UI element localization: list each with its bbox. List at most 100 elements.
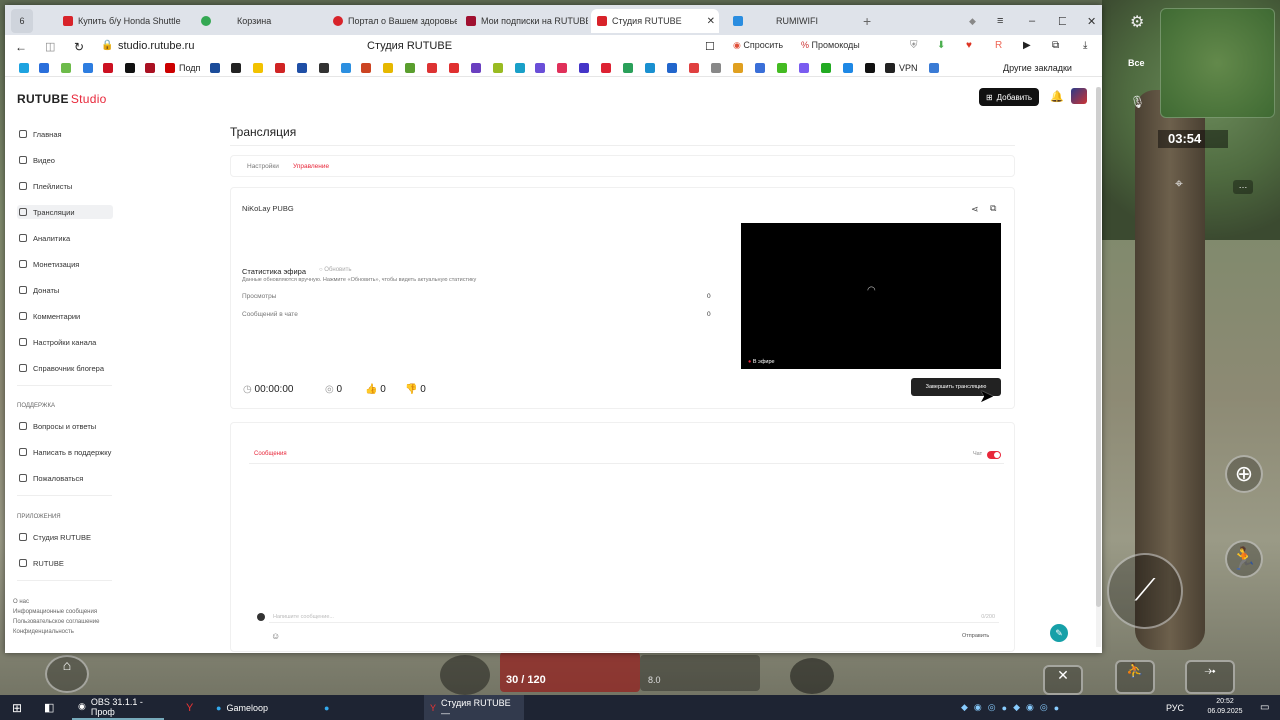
shield-icon[interactable]: ⛨ [910,40,918,51]
system-tray[interactable]: ◆ ◉ ◎ ● ◆ ◉ ◎ ● [955,695,1065,720]
tab-health-portal[interactable]: Портал о Вашем здоровье [327,9,457,33]
support-chat-icon[interactable]: ✎ [1050,624,1068,642]
start-windows-icon[interactable]: ⊞ [6,695,28,720]
bookmark-label-podp[interactable]: Подп [179,63,200,73]
bookmark-icon-23[interactable] [515,63,525,73]
minimap[interactable] [1160,8,1275,118]
footer-link[interactable]: О нас [13,597,123,607]
tab-management[interactable]: Управление [293,163,329,170]
bookmark-icon-17[interactable] [383,63,393,73]
crosshair-icon[interactable]: ⊕ [1225,455,1263,493]
promo-button[interactable]: % Промокоды [801,40,860,50]
bookmark-icon-31[interactable] [689,63,699,73]
tab-counter[interactable]: 6 [11,9,33,33]
emoji-icon[interactable]: ☺ [271,631,280,641]
footer-link[interactable]: Пользовательское соглашение [13,617,123,627]
close-window-icon[interactable]: ✕ [1081,9,1095,33]
bookmark-icon-15[interactable] [341,63,351,73]
bookmark-icon-19[interactable] [427,63,437,73]
sidebar-item-video[interactable]: Видео [17,153,113,167]
bookmark-icon-22[interactable] [493,63,503,73]
downloads-icon[interactable]: ⤓ [1083,40,1087,51]
bookmark-icon-35[interactable] [777,63,787,73]
bookmark-icon-32[interactable] [711,63,721,73]
sidebar-item-monetization[interactable]: Монетизация [17,257,113,271]
studio-logo[interactable]: RUTUBE Studio [17,92,107,106]
taskbar-studio[interactable]: Y Студия RUTUBE — [424,695,524,720]
scrollbar[interactable] [1096,87,1101,647]
reload-icon[interactable]: ↻ [74,40,84,54]
tab-unnamed[interactable] [195,9,219,33]
grenade-slot-icon[interactable] [790,658,834,694]
sidebar-item-donations[interactable]: Донаты [17,283,113,297]
secondary-weapon-slot[interactable]: 8.0 [640,655,760,691]
download-icon[interactable]: ⬇ [937,40,945,51]
sidebar-item-studio-app[interactable]: Студия RUTUBE [17,530,113,544]
sidebar-item-faq[interactable]: Вопросы и ответы [17,419,113,433]
bookmark-icon-18[interactable] [405,63,415,73]
tab-subscriptions[interactable]: Мои подписки на RUTUBE [460,9,588,33]
prone-icon[interactable]: ✕ [1043,665,1083,695]
play-icon[interactable]: ▶ [1023,40,1031,51]
refresh-button[interactable]: ○ Обновить [319,267,351,273]
bookmark-icon-28[interactable] [623,63,633,73]
sidebar-item-home[interactable]: Главная [17,127,113,141]
sidebar-item-report[interactable]: Пожаловаться [17,471,113,485]
add-button[interactable]: ⊞ Добавить [979,88,1039,106]
bookmark-icon-13[interactable] [297,63,307,73]
bookmark-icon-youtube[interactable] [103,63,113,73]
chat-bubble-icon[interactable]: … [1233,180,1253,194]
location-pin-icon[interactable]: ⌖ [1175,175,1183,192]
bookmark-icon-9[interactable] [210,63,220,73]
sidebar-item-write-support[interactable]: Написать в поддержку [17,445,113,459]
bookmark-icon-20[interactable] [449,63,459,73]
stream-preview[interactable]: ◠ ● В эфире [741,223,1001,369]
clock[interactable]: 20:52 06.09.2025 [1200,697,1250,717]
footer-link[interactable]: Информационные сообщения [13,607,123,617]
url-text[interactable]: studio.rutube.ru [118,40,194,52]
extension-icon[interactable]: R [995,40,1002,51]
bookmark-icon-2[interactable] [39,63,49,73]
bookmarks-panel-icon[interactable]: ◫ [45,40,55,53]
menu-icon[interactable]: ≡ [991,9,1005,33]
bookmark-icon-12[interactable] [275,63,285,73]
tab-studio-rutube[interactable]: Студия RUTUBE ✕ [591,9,719,33]
back-icon[interactable]: ← [15,40,27,54]
pocket-icon[interactable]: ♥ [966,40,972,51]
chat-toggle[interactable] [987,451,1001,459]
tab-settings[interactable]: Настройки [247,163,279,170]
item-slot-icon[interactable] [440,655,490,695]
fire-button-icon[interactable]: ⟋ [1107,553,1183,629]
microphone-icon[interactable]: 🎙 [1130,95,1145,109]
bookmark-icon-34[interactable] [755,63,765,73]
bookmark-icon-3[interactable] [61,63,71,73]
external-link-icon[interactable]: ⧉ [990,203,996,214]
bookmark-icon-25[interactable] [557,63,567,73]
share-icon[interactable]: ⋖ [971,204,979,215]
collections-icon[interactable]: ⧉ [1052,40,1059,51]
bookmark-icon-26[interactable] [579,63,589,73]
bookmark-ribbon-icon[interactable]: ◆ [963,9,977,33]
bookmark-icon-14[interactable] [319,63,329,73]
crouch-icon[interactable]: ⛹ [1115,660,1155,694]
lie-down-icon[interactable]: ⤞ [1185,660,1235,694]
bookmark-label-vpn[interactable]: VPN [899,63,918,73]
bookmark-icon-33[interactable] [733,63,743,73]
bookmark-icon-w[interactable] [929,63,939,73]
sidebar-item-playlists[interactable]: Плейлисты [17,179,113,193]
bookmark-icon-10[interactable] [231,63,241,73]
bookmark-icon-24[interactable] [535,63,545,73]
scrollbar-thumb[interactable] [1096,87,1101,607]
bookmark-icon-27[interactable] [601,63,611,73]
minimize-icon[interactable]: – [1023,9,1037,33]
sidebar-item-streams[interactable]: Трансляции [17,205,113,219]
backpack-icon[interactable]: ⌂ [45,655,89,693]
bookmark-icon-16[interactable] [361,63,371,73]
bookmark-icon[interactable]: ☐ [705,40,715,53]
new-tab-button[interactable]: + [857,9,877,33]
maximize-icon[interactable]: ☐ [1052,9,1066,33]
sidebar-item-rutube-app[interactable]: RUTUBE [17,556,113,570]
message-input[interactable]: Напишите сообщение... 0/200 [269,611,999,623]
ask-button[interactable]: ◉ Спросить [733,40,783,51]
bookmark-icon-11[interactable] [253,63,263,73]
